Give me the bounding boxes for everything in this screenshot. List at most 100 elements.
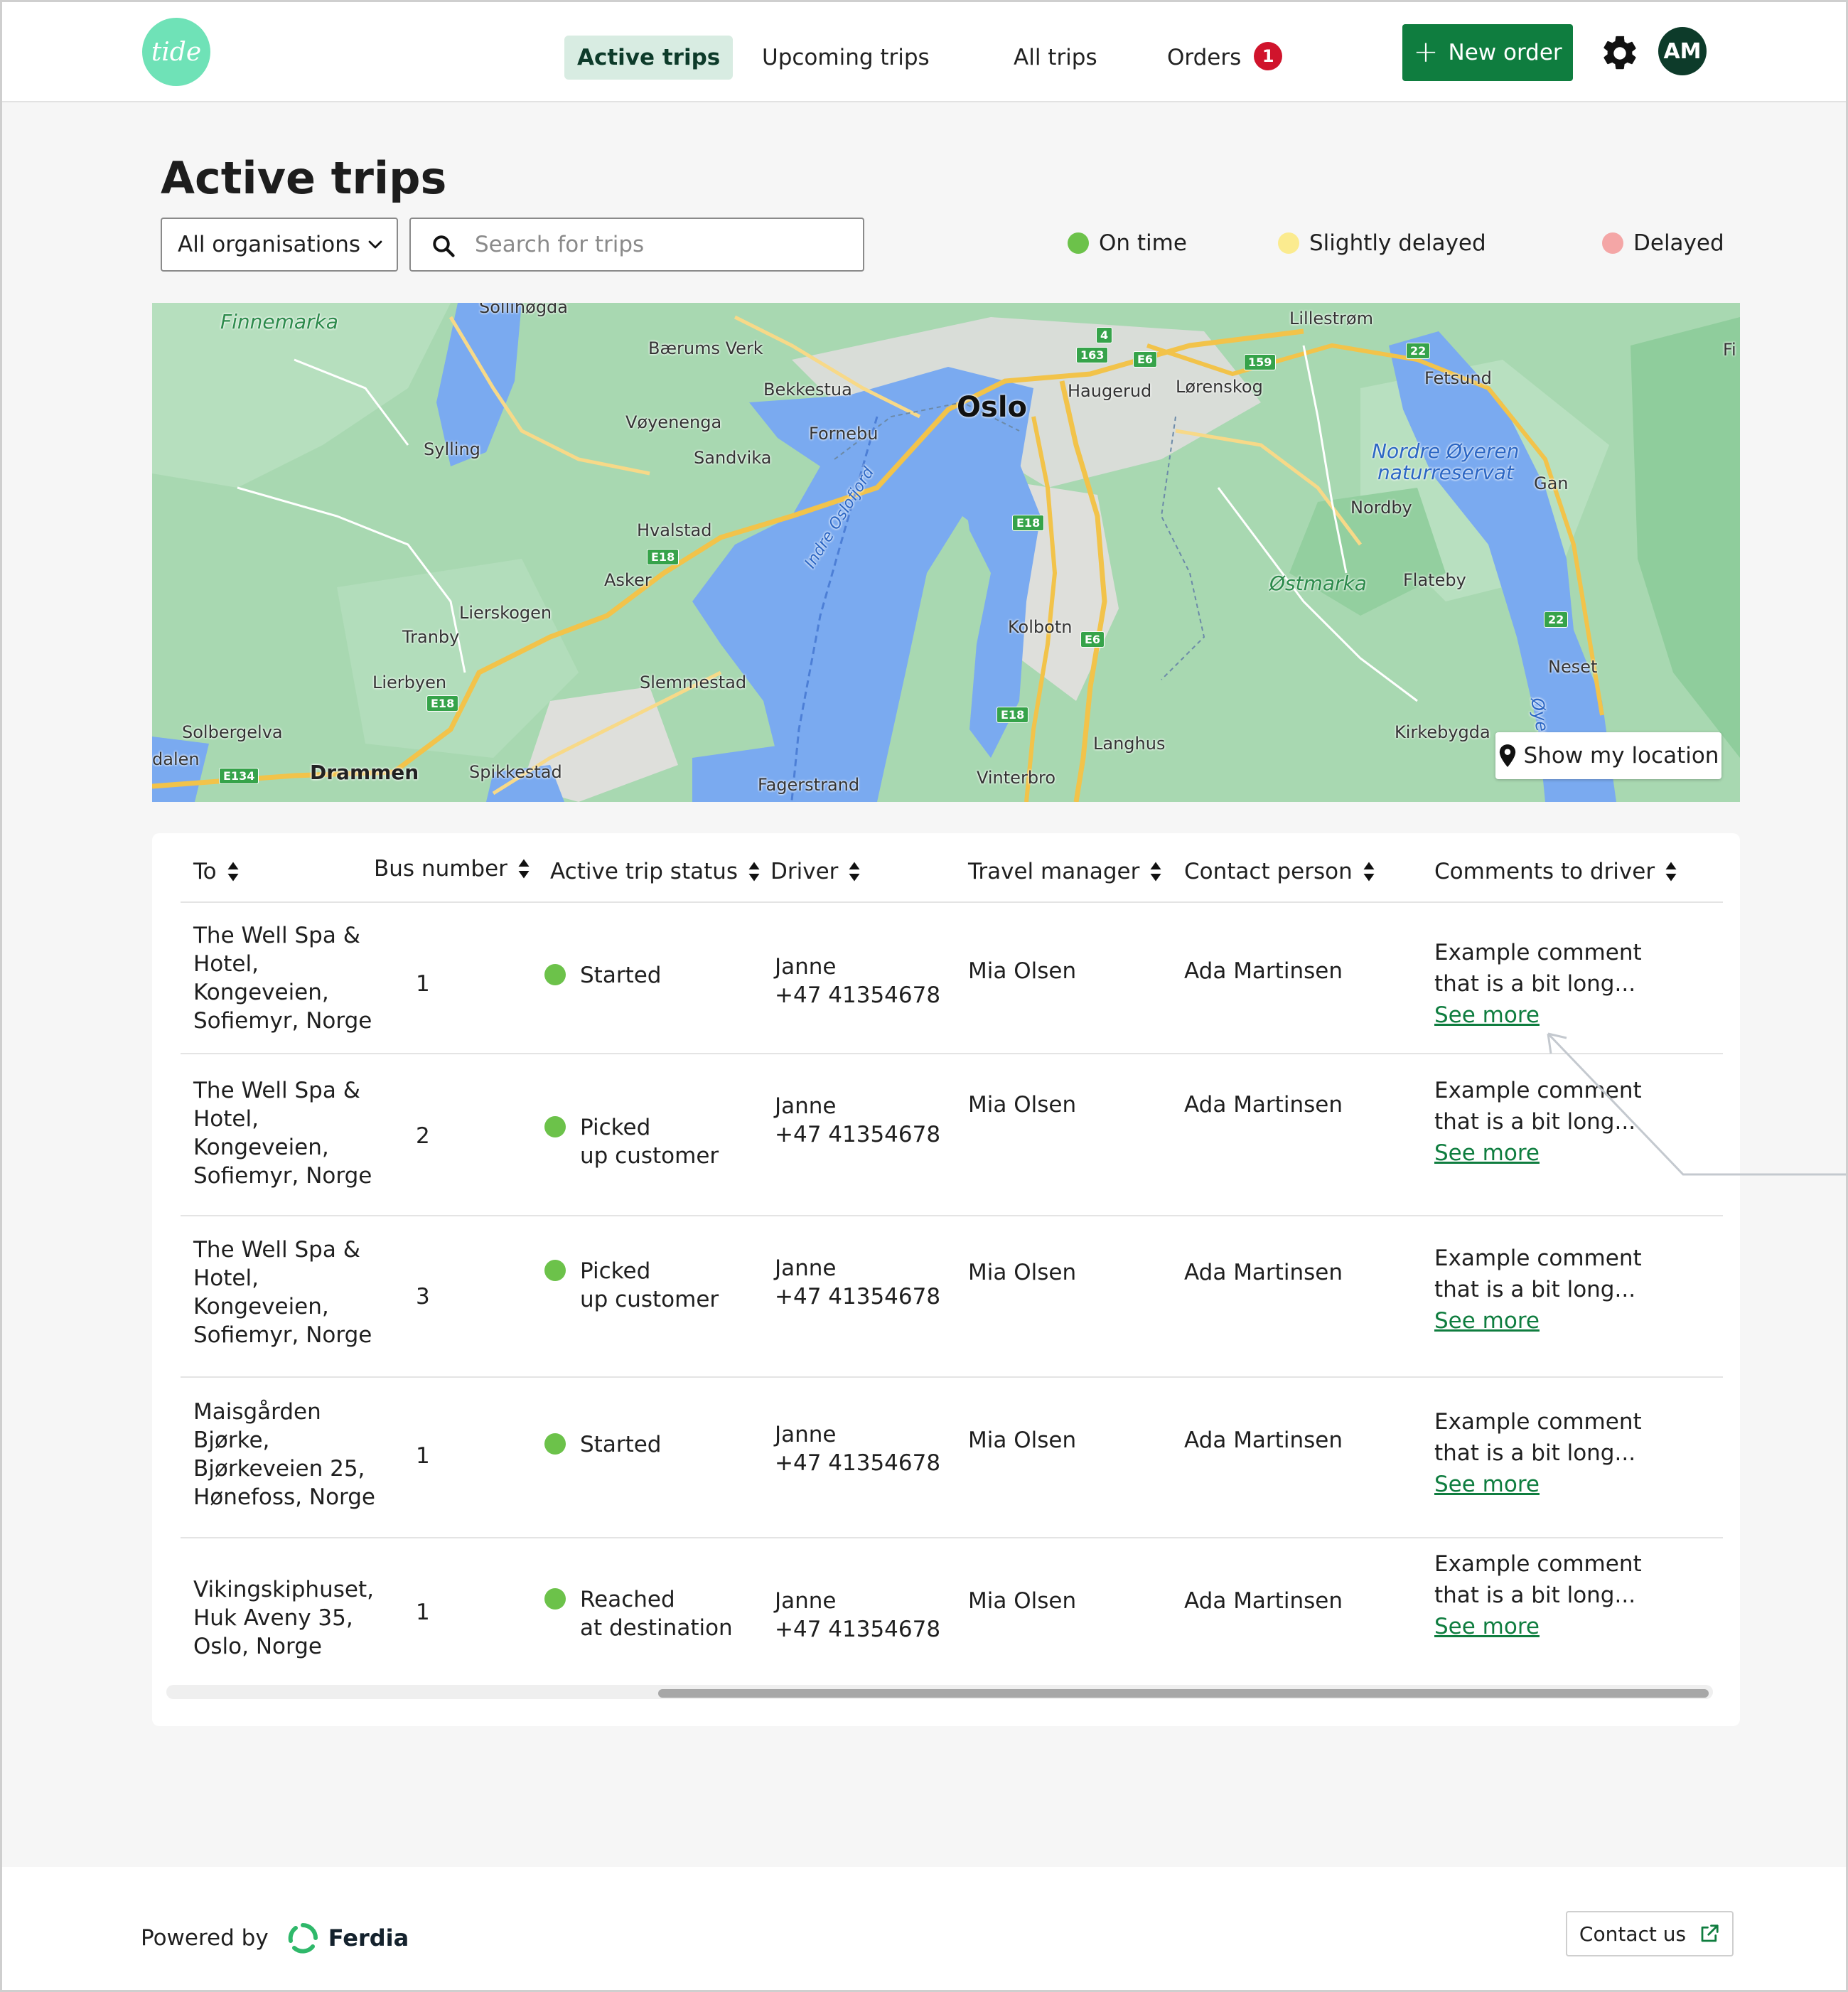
cell-driver: Janne +47 41354678 xyxy=(775,1588,941,1642)
cell-to: The Well Spa & Hotel, Kongeveien, Sofiem… xyxy=(193,1078,372,1189)
row-divider xyxy=(181,1053,1723,1054)
cell-status: Started xyxy=(544,1430,661,1459)
search-trips-input[interactable] xyxy=(475,219,844,270)
page-title: Active trips xyxy=(161,152,447,204)
gear-icon[interactable] xyxy=(1599,33,1640,74)
new-order-button[interactable]: + New order xyxy=(1402,24,1573,81)
map-label-slemmestad: Slemmestad xyxy=(640,673,747,692)
map-label-naturreservat: naturreservat xyxy=(1377,461,1514,484)
cell-to: Vikingskiphuset, Huk Aveny 35, Oslo, Nor… xyxy=(193,1577,374,1659)
column-header-contact-person-label: Contact person xyxy=(1184,859,1353,884)
location-pin-icon xyxy=(1499,744,1515,767)
column-header-comments[interactable]: Comments to driver xyxy=(1434,850,1677,893)
road-shield-163: 163 xyxy=(1076,347,1109,363)
cell-contact-person: Ada Martinsen xyxy=(1184,1260,1343,1285)
nav-orders[interactable]: Orders 1 xyxy=(1167,36,1283,80)
road-shield-22-south: 22 xyxy=(1544,611,1569,628)
map-label-flateby: Flateby xyxy=(1403,570,1466,590)
nav-active-trips[interactable]: Active trips xyxy=(564,36,734,80)
nav-all-trips[interactable]: All trips xyxy=(1014,36,1097,80)
map-label-voyenenga: Vøyenenga xyxy=(625,412,722,432)
show-my-location-label: Show my location xyxy=(1523,743,1719,769)
cell-comment: Example comment that is a bit long... Se… xyxy=(1434,1548,1642,1642)
see-more-link[interactable]: See more xyxy=(1434,1305,1642,1337)
cell-contact-person: Ada Martinsen xyxy=(1184,1092,1343,1118)
row-divider xyxy=(181,1376,1723,1378)
map-label-fetsund: Fetsund xyxy=(1424,368,1492,388)
cell-status: Picked up customer xyxy=(544,1113,719,1170)
column-header-travel-manager[interactable]: Travel manager xyxy=(968,850,1162,893)
search-trips-box[interactable] xyxy=(409,218,864,272)
new-order-label: New order xyxy=(1448,40,1562,65)
map-label-kolbotn: Kolbotn xyxy=(1008,617,1073,637)
map-label-hvalstad: Hvalstad xyxy=(637,520,712,540)
map-label-asker: Asker xyxy=(604,570,652,590)
sort-icon xyxy=(518,859,530,879)
sort-icon xyxy=(227,862,239,882)
map-label-nordby: Nordby xyxy=(1350,498,1412,518)
map-label-ostmarka: Østmarka xyxy=(1269,572,1367,595)
header-divider xyxy=(181,901,1723,903)
nav-orders-label: Orders xyxy=(1167,45,1242,70)
map-label-gan: Gan xyxy=(1534,473,1569,493)
sort-icon xyxy=(1363,862,1375,882)
status-dot-icon xyxy=(544,964,566,985)
map-label-fagerstrand: Fagerstrand xyxy=(758,775,860,795)
see-more-link[interactable]: See more xyxy=(1434,1469,1642,1500)
map-label-langhus: Langhus xyxy=(1093,734,1166,754)
cell-travel-manager: Mia Olsen xyxy=(968,1092,1077,1118)
see-more-link[interactable]: See more xyxy=(1434,1611,1642,1642)
map-label-oslo: Oslo xyxy=(957,391,1028,424)
cell-to: The Well Spa & Hotel, Kongeveien, Sofiem… xyxy=(193,923,372,1034)
sort-icon xyxy=(1150,862,1161,882)
column-header-bus-number[interactable]: Bus number xyxy=(374,847,530,890)
road-shield-4: 4 xyxy=(1096,327,1113,343)
ferdia-brand-label: Ferdia xyxy=(328,1924,409,1951)
status-dot-icon xyxy=(544,1433,566,1455)
slightly-delayed-dot-icon xyxy=(1278,232,1299,254)
cell-bus-number: 3 xyxy=(416,1284,430,1310)
row-divider xyxy=(181,1537,1723,1538)
road-shield-e18-east: E18 xyxy=(1012,515,1045,531)
nav-upcoming-trips[interactable]: Upcoming trips xyxy=(762,36,930,80)
nav-active-trips-label: Active trips xyxy=(577,45,721,70)
column-header-comments-label: Comments to driver xyxy=(1434,859,1655,884)
cell-travel-manager: Mia Olsen xyxy=(968,1428,1077,1453)
cell-status: Started xyxy=(544,961,661,990)
tide-logo[interactable]: tide xyxy=(142,18,210,86)
sort-icon xyxy=(849,862,860,882)
cell-driver: Janne +47 41354678 xyxy=(775,954,941,1008)
road-shield-e18-lierbyen: E18 xyxy=(426,695,459,712)
map-label-finnemarka: Finnemarka xyxy=(220,310,338,333)
column-header-driver[interactable]: Driver xyxy=(770,850,861,893)
organisation-select[interactable]: All organisations xyxy=(161,218,398,272)
map-label-bekkestua: Bekkestua xyxy=(763,380,852,400)
status-dot-icon xyxy=(544,1588,566,1610)
contact-us-label: Contact us xyxy=(1579,1922,1687,1946)
column-header-to[interactable]: To xyxy=(193,850,240,893)
sort-icon xyxy=(1665,862,1677,882)
ferdia-logo[interactable]: Ferdia xyxy=(287,1922,409,1954)
map-label-lillestrom: Lillestrøm xyxy=(1289,309,1373,328)
cell-comment: Example comment that is a bit long... Se… xyxy=(1434,1406,1642,1500)
map-label-drammen: Drammen xyxy=(310,761,419,784)
column-header-to-label: To xyxy=(193,859,217,884)
trips-map[interactable]: Finnemarka Sollihøgda Bærums Verk Lilles… xyxy=(152,303,1740,802)
status-dot-icon xyxy=(544,1260,566,1281)
delayed-dot-icon xyxy=(1602,232,1623,254)
show-my-location-button[interactable]: Show my location xyxy=(1495,732,1721,779)
contact-us-button[interactable]: Contact us xyxy=(1566,1911,1734,1956)
horizontal-scrollbar-thumb[interactable] xyxy=(658,1689,1709,1698)
cell-travel-manager: Mia Olsen xyxy=(968,958,1077,984)
user-avatar[interactable]: AM xyxy=(1658,27,1707,75)
top-header: tide Active trips Upcoming trips All tri… xyxy=(0,0,1848,102)
map-label-dalen: dalen xyxy=(152,749,200,769)
road-shield-22-north: 22 xyxy=(1406,343,1431,359)
column-header-contact-person[interactable]: Contact person xyxy=(1184,850,1375,893)
external-link-icon xyxy=(1701,1924,1719,1942)
cell-travel-manager: Mia Olsen xyxy=(968,1260,1077,1285)
map-label-spikkestad: Spikkestad xyxy=(469,762,562,782)
cell-bus-number: 1 xyxy=(416,1600,430,1625)
column-header-status[interactable]: Active trip status xyxy=(550,850,761,893)
map-label-tranby: Tranby xyxy=(402,627,460,647)
